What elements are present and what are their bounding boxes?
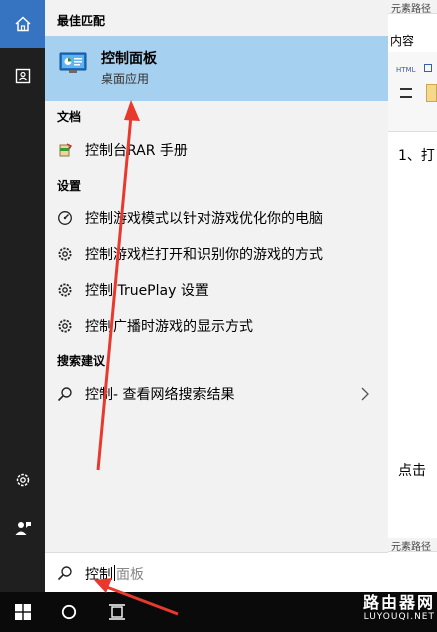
background-align-icon[interactable] — [400, 88, 412, 98]
background-top-row: 元素路径 — [391, 4, 431, 15]
suggestion-label: 控制 — [85, 387, 113, 403]
background-format-row — [388, 112, 437, 128]
gear-icon — [45, 318, 85, 334]
settings-button[interactable] — [0, 456, 45, 504]
setting-item-label: 控制游戏栏打开和识别你的游戏的方式 — [85, 247, 323, 263]
start-button[interactable] — [0, 592, 46, 632]
setting-item-game-mode[interactable]: 控制游戏模式以针对游戏优化你的电脑 — [45, 200, 388, 236]
task-view-button[interactable] — [94, 592, 140, 632]
watermark-english: LUYOUQI.NET — [363, 612, 435, 622]
setting-item-label: 控制游戏模式以针对游戏优化你的电脑 — [85, 211, 323, 227]
search-icon — [45, 386, 85, 402]
background-document-window: 元素路径 内容 HTML 1、打 点击 元素路径 — [388, 0, 437, 592]
setting-item-game-bar[interactable]: 控制游戏栏打开和识别你的游戏的方式 — [45, 236, 388, 272]
home-button[interactable] — [0, 0, 45, 48]
background-path-bar-bottom: 元素路径 — [388, 538, 437, 553]
background-html-tool[interactable]: HTML — [396, 66, 415, 74]
taskbar: 路由器网 LUYOUQI.NET — [0, 592, 437, 632]
search-typed-text: 控制 — [85, 567, 113, 583]
tablet-mode-icon — [15, 68, 30, 84]
rar-help-icon — [45, 143, 85, 157]
cortana-circle-icon — [61, 604, 77, 620]
setting-item-trueplay[interactable]: 控制 TruePlay 设置 — [45, 272, 388, 308]
feedback-button[interactable] — [0, 504, 45, 552]
best-match-title: 控制面板 — [101, 51, 157, 67]
search-box[interactable]: 控制 面板 — [45, 552, 388, 592]
search-autocomplete-text: 面板 — [116, 567, 144, 583]
text-caret — [114, 565, 115, 581]
task-view-icon — [109, 604, 125, 620]
setting-item-label: 控制广播时游戏的显示方式 — [85, 319, 253, 335]
gear-icon — [45, 282, 85, 298]
windows-logo-icon — [15, 604, 31, 620]
document-item-rar-manual[interactable]: 控制台RAR 手册 — [45, 132, 388, 168]
background-bottom-row: 元素路径 — [391, 542, 431, 553]
best-match-subtitle: 桌面应用 — [101, 72, 150, 86]
background-tab[interactable]: 内容 — [390, 32, 414, 49]
suggestion-item-web-search[interactable]: 控制 - 查看网络搜索结果 — [45, 376, 388, 412]
best-match-header: 最佳匹配 — [57, 14, 106, 28]
documents-header: 文档 — [57, 110, 82, 124]
user-feedback-icon — [15, 522, 31, 535]
start-nav-rail — [0, 0, 45, 592]
watermark-chinese: 路由器网 — [362, 593, 435, 612]
gear-icon — [45, 246, 85, 262]
search-results-panel: 最佳匹配 控制面板 桌面应用 文档 控制台RAR 手册 设置 控制游戏模式以针对… — [45, 0, 388, 592]
document-item-label: 控制台RAR 手册 — [85, 143, 188, 159]
search-input[interactable]: 控制 面板 — [85, 564, 144, 584]
setting-item-broadcast[interactable]: 控制广播时游戏的显示方式 — [45, 308, 388, 344]
documents-button[interactable] — [0, 52, 45, 100]
background-click-text: 点击 — [398, 463, 426, 479]
search-suggestions-header: 搜索建议 — [57, 354, 106, 368]
control-panel-icon — [59, 52, 87, 73]
search-icon — [57, 565, 73, 585]
settings-header: 设置 — [57, 179, 82, 193]
home-icon — [14, 16, 31, 32]
settings-gear-icon — [16, 473, 29, 487]
gauge-icon — [45, 210, 85, 226]
background-step-text: 1、打 — [398, 148, 435, 164]
site-watermark: 路由器网 LUYOUQI.NET — [362, 593, 435, 623]
suggestion-subtext: - 查看网络搜索结果 — [113, 387, 235, 403]
background-highlight-tool[interactable] — [426, 84, 437, 102]
cortana-button[interactable] — [46, 592, 92, 632]
best-match-item[interactable]: 控制面板 桌面应用 — [45, 36, 388, 101]
setting-item-label: 控制 TruePlay 设置 — [85, 283, 209, 299]
background-tool-icon[interactable] — [424, 64, 432, 72]
background-path-bar: 元素路径 — [388, 0, 437, 15]
chevron-right-icon[interactable] — [360, 386, 370, 405]
